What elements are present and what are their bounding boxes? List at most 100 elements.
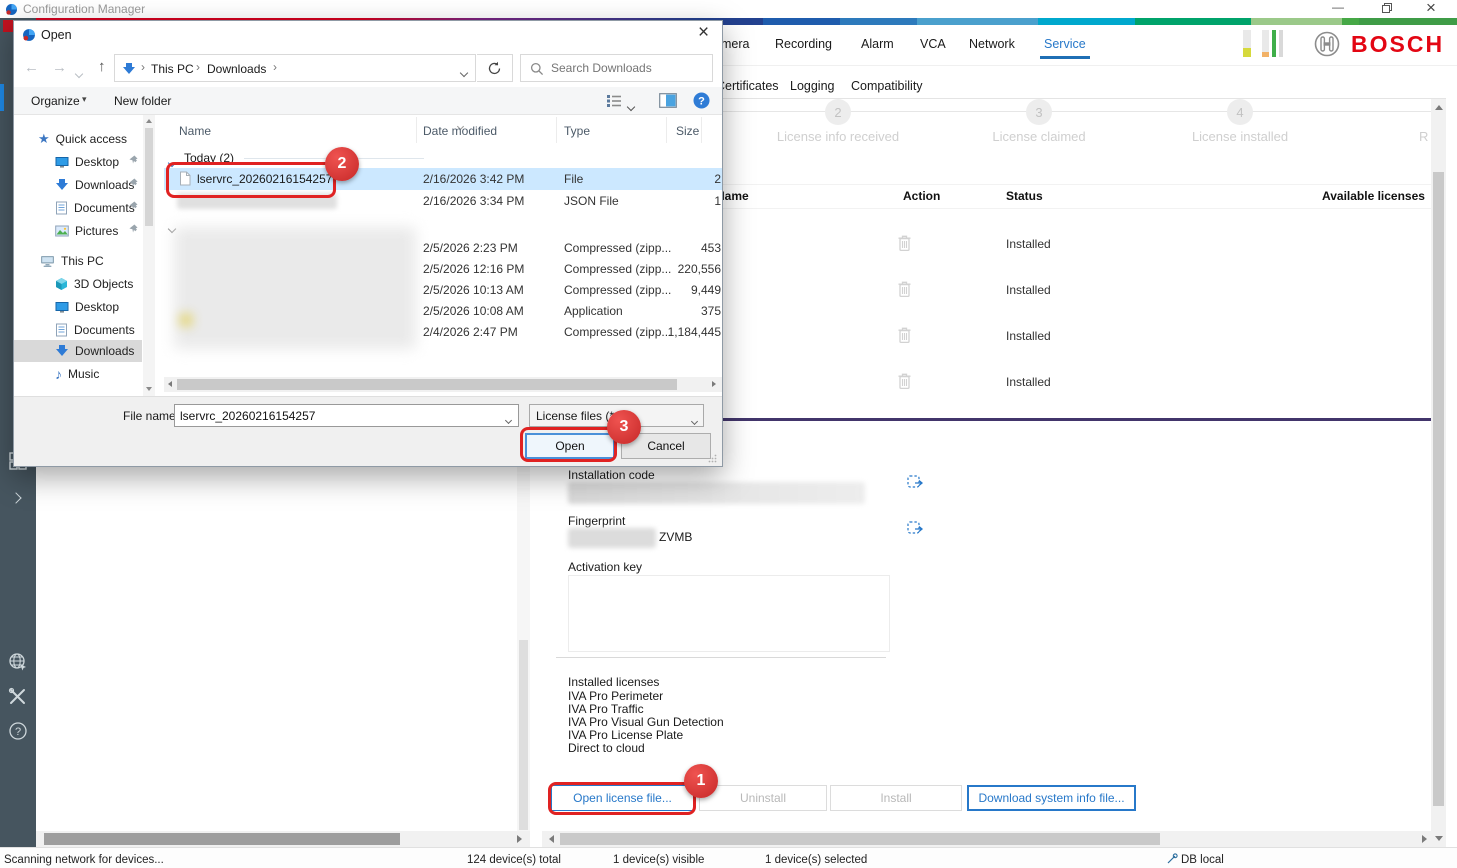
tab-service[interactable]: Service: [1044, 37, 1086, 51]
file-col-date[interactable]: Date modified: [423, 124, 497, 138]
install-button[interactable]: Install: [830, 785, 962, 811]
nav-documents-pinned[interactable]: Documents: [55, 198, 135, 218]
nav-scrollbar-thumb[interactable]: [145, 128, 153, 226]
delete-license-icon[interactable]: [897, 326, 912, 344]
download-system-info-button[interactable]: Download system info file...: [967, 785, 1136, 811]
file-row[interactable]: 2/5/2026 12:16 PM Compressed (zipp... 22…: [164, 258, 722, 279]
subtab-certificates[interactable]: Certificates: [716, 79, 779, 93]
nav-scroll-down[interactable]: [146, 387, 152, 391]
resize-grip[interactable]: [708, 454, 717, 463]
nav-back-button[interactable]: ←: [24, 59, 39, 76]
collapse-panel-icon[interactable]: [12, 491, 20, 505]
nav-this-pc[interactable]: This PC: [40, 251, 104, 271]
nav-3d-objects[interactable]: 3D Objects: [55, 274, 133, 294]
nav-history-dropdown[interactable]: [76, 66, 82, 80]
main-hscroll-left-arrow[interactable]: [549, 835, 554, 843]
main-vertical-scrollbar-thumb[interactable]: [1433, 172, 1444, 806]
nav-desktop-pinned[interactable]: Desktop: [55, 152, 119, 172]
delete-license-icon[interactable]: [897, 372, 912, 390]
restore-button[interactable]: [1382, 3, 1392, 13]
wizard-step-2-circle: 2: [825, 99, 851, 125]
search-input[interactable]: [549, 57, 707, 79]
help-icon[interactable]: ?: [8, 721, 28, 741]
scroll-down-arrow[interactable]: [1435, 836, 1443, 841]
nav-desktop[interactable]: Desktop: [55, 297, 119, 317]
bosch-logo-icon: [1313, 30, 1341, 58]
nav-label: Desktop: [75, 300, 119, 314]
file-name-input-box[interactable]: [174, 404, 519, 427]
tab-alarm[interactable]: Alarm: [861, 37, 894, 51]
file-row[interactable]: 2/5/2026 10:08 AM Application 375: [164, 300, 722, 321]
view-options-caret-icon[interactable]: [628, 99, 634, 113]
close-button[interactable]: ×: [1426, 0, 1436, 18]
file-size: 1,184,445: [641, 325, 721, 339]
nav-up-button[interactable]: ↑: [98, 58, 106, 75]
nav-forward-button[interactable]: →: [52, 59, 67, 76]
minimize-button[interactable]: —: [1332, 0, 1344, 14]
tree-horizontal-scrollbar-thumb[interactable]: [44, 833, 400, 845]
file-row[interactable]: 2/5/2026 2:23 PM Compressed (zipp... 453: [164, 237, 722, 258]
file-col-type[interactable]: Type: [564, 124, 590, 138]
subtab-logging[interactable]: Logging: [790, 79, 835, 93]
main-horizontal-scrollbar-thumb[interactable]: [560, 833, 1160, 845]
col-header-available[interactable]: Available licenses: [1322, 189, 1425, 203]
tree-vertical-scrollbar-thumb[interactable]: [519, 640, 528, 830]
music-icon: ♪: [55, 366, 62, 382]
col-header-status[interactable]: Status: [1006, 189, 1043, 203]
nav-downloads[interactable]: Downloads: [55, 341, 134, 361]
nav-scroll-up[interactable]: [146, 119, 152, 123]
main-hscroll-right-arrow[interactable]: [1422, 835, 1427, 843]
col-divider: [666, 117, 667, 143]
file-name-dropdown-icon[interactable]: [506, 412, 511, 426]
col-header-action[interactable]: Action: [903, 189, 940, 203]
organize-caret-icon: ▾: [82, 94, 87, 105]
level-meter-2: [1262, 30, 1269, 57]
tab-vca[interactable]: VCA: [920, 37, 946, 51]
pin-icon: [129, 201, 138, 210]
nav-quick-access[interactable]: ★ Quick access: [38, 129, 127, 149]
refresh-button[interactable]: [477, 54, 513, 82]
copy-installation-code-icon[interactable]: [907, 475, 924, 492]
subtab-compatibility[interactable]: Compatibility: [851, 79, 923, 93]
nav-downloads-pinned[interactable]: Downloads: [55, 175, 134, 195]
delete-license-icon[interactable]: [897, 234, 912, 252]
address-dropdown-icon[interactable]: [461, 65, 467, 79]
organize-menu[interactable]: Organize: [31, 94, 80, 108]
list-hscroll-right[interactable]: [712, 381, 716, 387]
list-horizontal-scrollbar-thumb[interactable]: [177, 379, 677, 390]
dialog-help-icon[interactable]: ?: [693, 92, 710, 109]
preview-pane-icon[interactable]: [659, 93, 677, 108]
address-bar[interactable]: › This PC › Downloads ›: [114, 54, 476, 82]
dialog-close-button[interactable]: ×: [698, 22, 709, 44]
installed-license-item: IVA Pro Perimeter: [568, 689, 663, 703]
search-box[interactable]: [520, 54, 713, 82]
file-row[interactable]: 2/4/2026 2:47 PM Compressed (zipp... 1,1…: [164, 321, 722, 342]
tab-network[interactable]: Network: [969, 37, 1015, 51]
list-hscroll-left[interactable]: [168, 381, 172, 387]
activation-key-input[interactable]: [568, 575, 890, 652]
scroll-up-arrow[interactable]: [1435, 105, 1443, 110]
tools-icon[interactable]: [8, 687, 28, 707]
uninstall-button[interactable]: Uninstall: [699, 785, 827, 811]
nav-documents[interactable]: Documents: [55, 320, 135, 340]
new-folder-button[interactable]: New folder: [114, 94, 171, 108]
file-name-input[interactable]: [178, 406, 498, 425]
file-row[interactable]: 2/5/2026 10:13 AM Compressed (zipp... 9,…: [164, 279, 722, 300]
window-title: Configuration Manager: [23, 2, 145, 16]
tree-hscroll-right-arrow[interactable]: [517, 835, 522, 843]
nav-music[interactable]: ♪ Music: [55, 364, 99, 384]
view-list-icon[interactable]: [606, 94, 622, 108]
installed-license-item: IVA Pro Visual Gun Detection: [568, 715, 724, 729]
breadcrumb-this-pc[interactable]: This PC: [151, 62, 194, 76]
tab-recording[interactable]: Recording: [775, 37, 832, 51]
file-col-size[interactable]: Size: [676, 124, 699, 138]
wizard-step-4-num: 4: [1236, 105, 1243, 120]
nav-pictures-pinned[interactable]: Pictures: [55, 221, 118, 241]
installed-licenses-label: Installed licenses: [568, 675, 659, 689]
network-scan-icon[interactable]: [8, 652, 28, 672]
delete-license-icon[interactable]: [897, 280, 912, 298]
file-date: 2/5/2026 10:08 AM: [423, 304, 524, 318]
breadcrumb-downloads[interactable]: Downloads: [207, 62, 266, 76]
file-col-name[interactable]: Name: [179, 124, 211, 138]
copy-fingerprint-icon[interactable]: [907, 521, 924, 538]
